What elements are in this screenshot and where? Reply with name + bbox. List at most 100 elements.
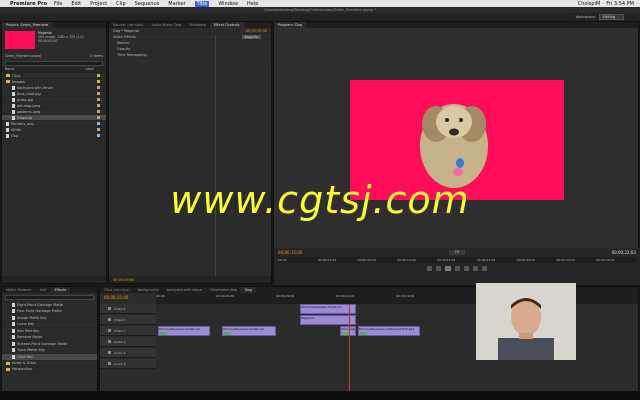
workspace-bar: Workspace: Editing bbox=[0, 13, 640, 21]
project-search-input[interactable] bbox=[5, 61, 103, 66]
eye-icon[interactable] bbox=[108, 318, 111, 321]
effect-icon bbox=[12, 348, 15, 353]
export-frame-icon[interactable] bbox=[482, 266, 487, 271]
timeline-timecode[interactable]: 00;00;15;00 bbox=[104, 295, 128, 300]
safe-margins-icon[interactable] bbox=[473, 266, 478, 271]
clip-thumbnail bbox=[160, 332, 167, 335]
play-icon[interactable] bbox=[445, 266, 451, 271]
file-icon bbox=[6, 133, 9, 138]
ruler-tick-label: 00;00;39;29 bbox=[596, 258, 615, 262]
app-name[interactable]: Premiere Pro bbox=[10, 1, 47, 7]
label-swatch bbox=[97, 86, 100, 89]
playhead[interactable] bbox=[349, 304, 350, 391]
project-footer bbox=[2, 276, 106, 283]
clip-label: ChromaKeyGreen-PixelLock bbox=[159, 327, 201, 331]
timeline-clip[interactable]: ChromaKeyGreen-PixelLock bbox=[300, 304, 356, 314]
tab-audio-mixer[interactable]: Audio Mixer: Dog bbox=[147, 22, 185, 28]
watermark-text: www.cgtsj.com bbox=[170, 178, 470, 222]
ec-row-motion[interactable]: Motion bbox=[117, 41, 129, 45]
step-back-icon[interactable] bbox=[436, 266, 441, 271]
ec-bottom-timecode[interactable]: 00;00;15;00 bbox=[113, 278, 134, 282]
tab-project[interactable]: Project: Green_Premiere bbox=[2, 22, 53, 28]
effect-icon bbox=[12, 354, 15, 359]
menu-window[interactable]: Window bbox=[218, 1, 238, 7]
effect-item-label: Luma Key bbox=[17, 322, 35, 327]
track-header[interactable]: Audio 3 bbox=[100, 359, 156, 369]
track-label: Video 1 bbox=[114, 328, 126, 333]
menu-marker[interactable]: Marker bbox=[168, 1, 185, 7]
timeline-clip[interactable]: Magenta bbox=[300, 315, 356, 325]
eye-icon[interactable] bbox=[108, 329, 111, 332]
speaker-icon[interactable] bbox=[108, 351, 111, 354]
program-ruler[interactable]: 00;00 00;00;04;29 00;00;09;29 00;00;14;29 00… bbox=[278, 257, 636, 263]
project-item[interactable]: Dog bbox=[2, 133, 106, 139]
eye-icon[interactable] bbox=[108, 307, 111, 310]
col-name[interactable]: Name bbox=[5, 67, 14, 73]
track-header[interactable]: Audio 1 bbox=[100, 337, 156, 347]
menu-edit[interactable]: Edit bbox=[71, 1, 81, 7]
program-monitor: Program: Dog 00;00;15;00 Fit 00;00;22;03… bbox=[273, 21, 640, 285]
track-header[interactable]: Audio 2 bbox=[100, 348, 156, 358]
menu-sequence[interactable]: Sequence bbox=[135, 1, 160, 7]
clip-label: ChromaKeyGreen-PixelLock bbox=[301, 305, 343, 309]
file-icon bbox=[6, 121, 9, 126]
menu-clip[interactable]: Clip bbox=[116, 1, 125, 7]
track-header[interactable]: Video 1 bbox=[100, 326, 156, 336]
ruler-tick-label: 00;00;09;29 bbox=[276, 294, 295, 298]
timeline-clip[interactable]: ChromaKeyGreen-PixelLock bbox=[222, 326, 276, 336]
ruler-tick-label: 00;00;14;29 bbox=[397, 258, 416, 262]
timeline-clip[interactable]: ChromaKeyGreen-PixelLock bbox=[340, 326, 356, 336]
step-back-icon[interactable] bbox=[427, 266, 432, 271]
track-label: Audio 3 bbox=[114, 361, 126, 366]
effects-search-input[interactable] bbox=[5, 295, 94, 300]
ec-row-time-remap[interactable]: Time Remapping bbox=[117, 53, 147, 57]
label-swatch bbox=[97, 74, 100, 77]
label-swatch bbox=[97, 80, 100, 83]
tab-effects[interactable]: Effects bbox=[50, 287, 71, 293]
clip-label: ChromaKeyGreen-withclient-870.psd bbox=[359, 327, 415, 331]
ruler-tick-label: 00;00 bbox=[278, 258, 287, 262]
ruler-tick-label: 00;00 bbox=[156, 294, 165, 298]
tab-source[interactable]: Source: (no clips) bbox=[109, 22, 147, 28]
tab-effect-controls[interactable]: Effect Controls bbox=[209, 22, 244, 28]
user-name[interactable]: ChoispiM bbox=[578, 1, 601, 7]
project-list: Clips Images backyard-with-fence blue_road.… bbox=[2, 73, 106, 139]
tab-info[interactable]: Info bbox=[36, 287, 51, 293]
menu-file[interactable]: File bbox=[54, 1, 62, 7]
clock: Fri 3:54 PM bbox=[606, 0, 634, 7]
menu-help[interactable]: Help bbox=[247, 1, 258, 7]
program-fit-select[interactable]: Fit bbox=[448, 250, 466, 255]
tab-media-browser[interactable]: Media Browser bbox=[2, 287, 36, 293]
timeline-clip[interactable]: ChromaKeyGreen-PixelLock bbox=[158, 326, 210, 336]
effect-icon bbox=[12, 328, 15, 333]
effect-item-label: Ultra Key bbox=[17, 354, 33, 359]
workspace-select[interactable]: Editing bbox=[598, 14, 624, 20]
effect-icon bbox=[12, 335, 15, 340]
effect-item-label: Eight-Point Garbage Matte bbox=[17, 302, 64, 307]
ec-timecode[interactable]: 00;00;15;00 bbox=[246, 29, 267, 33]
label-swatch bbox=[97, 116, 100, 119]
project-item-label: Clips bbox=[12, 73, 21, 78]
clip-thumbnail bbox=[224, 332, 231, 335]
speaker-icon[interactable] bbox=[108, 340, 111, 343]
track-header[interactable]: Video 2 bbox=[100, 315, 156, 325]
tab-program[interactable]: Program: Dog bbox=[274, 22, 307, 28]
loop-icon[interactable] bbox=[464, 266, 469, 271]
program-current-timecode[interactable]: 00;00;15;00 bbox=[278, 250, 302, 255]
tab-metadata[interactable]: Metadata bbox=[185, 22, 210, 28]
menu-project[interactable]: Project bbox=[90, 1, 107, 7]
speaker-icon[interactable] bbox=[108, 362, 111, 365]
step-forward-icon[interactable] bbox=[455, 266, 460, 271]
effect-item-label: Non Red Key bbox=[17, 328, 40, 333]
col-label[interactable]: Label bbox=[85, 67, 94, 73]
project-item-label: blue_road.jpg bbox=[17, 91, 41, 96]
project-item-label: Images bbox=[12, 79, 25, 84]
ruler-tick-label: 00;00;09;29 bbox=[357, 258, 376, 262]
timeline-clip[interactable]: ChromaKeyGreen-withclient-870.psd bbox=[358, 326, 420, 336]
ec-row-opacity[interactable]: Opacity bbox=[117, 47, 130, 51]
workspace-label: Workspace: bbox=[575, 15, 596, 19]
ruler-tick-label: 00;00;14;29 bbox=[336, 294, 355, 298]
effect-folder[interactable]: Perspective bbox=[2, 367, 97, 373]
track-header[interactable]: Video 3 bbox=[100, 304, 156, 314]
menu-title[interactable]: Title bbox=[194, 0, 210, 7]
